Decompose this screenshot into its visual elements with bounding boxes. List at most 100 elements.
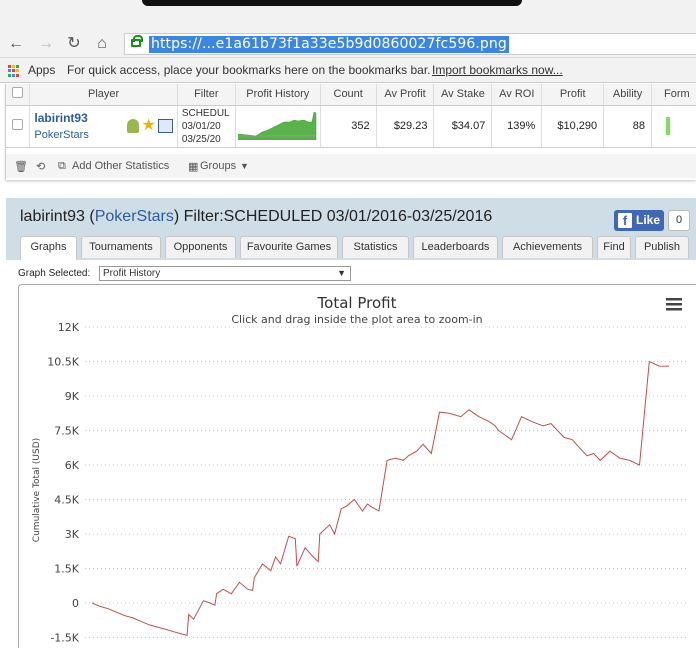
- import-bookmarks-link[interactable]: Import bookmarks now...: [432, 63, 563, 77]
- stats-table-panel: Player Filter Profit History Count Av Pr…: [5, 84, 696, 180]
- like-label: Like: [636, 213, 661, 227]
- table-row: labirint93 PokerStars ★ SCHEDUL 03/01/20…: [6, 105, 696, 148]
- menu-icon-bar-1: [666, 298, 682, 301]
- tab-publish[interactable]: Publish: [635, 236, 689, 258]
- lock-icon: [131, 35, 143, 47]
- browser-tab-strip: [0, 0, 696, 30]
- tab-achievements[interactable]: Achievements: [502, 236, 593, 258]
- title-filter: ) Filter:SCHEDULED 03/01/2016-03/25/2016: [173, 208, 493, 225]
- column-header-filter[interactable]: Filter: [177, 84, 236, 106]
- player-icon-group: ★: [127, 118, 173, 135]
- groups-icon[interactable]: ▦: [188, 160, 198, 173]
- filter-cell: SCHEDUL 03/01/20 03/25/20: [177, 105, 236, 148]
- column-header-profit-history[interactable]: Profit History: [235, 84, 321, 106]
- address-bar[interactable]: https://...e1a61b73f1a33e5b9d0860027fc59…: [124, 33, 696, 55]
- y-tick-label: -1.5K: [50, 632, 79, 645]
- ability-value: 88: [603, 105, 652, 148]
- profit-history-sparkline: [237, 111, 317, 140]
- tab-statistics[interactable]: Statistics: [342, 236, 409, 258]
- profit-history-sparkline-cell[interactable]: [235, 105, 321, 148]
- apps-link[interactable]: Apps: [28, 63, 55, 77]
- trash-icon[interactable]: 🗑: [14, 160, 28, 173]
- filter-line-3: 03/25/20: [181, 133, 221, 145]
- row-checkbox-cell[interactable]: [6, 105, 31, 148]
- facebook-like-button[interactable]: f Like: [614, 210, 664, 231]
- chart-gridlines: [85, 326, 689, 638]
- page-title: labirint93 (PokerStars) Filter:SCHEDULED…: [20, 208, 492, 226]
- form-bar: [666, 117, 670, 135]
- y-tick-label: 6K: [65, 459, 80, 472]
- tab-leaderboards[interactable]: Leaderboards: [413, 236, 498, 258]
- title-player: labirint93: [20, 208, 85, 225]
- browser-toolbar: ← → ↻ ⌂ https://...e1a61b73f1a33e5b9d086…: [0, 30, 696, 58]
- column-header-count[interactable]: Count: [320, 84, 377, 106]
- graph-selected-label: Graph Selected:: [18, 268, 91, 279]
- y-tick-label: 3K: [65, 528, 80, 541]
- ribbon-icon[interactable]: [127, 119, 140, 133]
- column-header-form[interactable]: Form: [651, 84, 696, 106]
- y-tick-label: 0: [72, 597, 79, 610]
- profit-value: $10,290: [541, 105, 605, 148]
- y-tick-label: 4.5K: [54, 494, 79, 507]
- tab-find[interactable]: Find: [597, 236, 631, 258]
- y-axis-label: Cumulative Total (USD): [32, 438, 42, 542]
- groups-button[interactable]: Groups: [200, 160, 236, 172]
- graph-select-dropdown[interactable]: Profit History ▼: [99, 266, 351, 281]
- player-header: labirint93 (PokerStars) Filter:SCHEDULED…: [6, 198, 696, 268]
- column-header-profit[interactable]: Profit: [541, 84, 605, 106]
- y-axis-ticks: 12K10.5K9K7.5K6K4.5K3K1.5K0-1.5K-3K: [47, 321, 80, 645]
- y-tick-label: 1.5K: [54, 563, 79, 576]
- title-open-paren: (: [84, 208, 95, 225]
- chevron-down-icon[interactable]: ▼: [240, 161, 249, 171]
- facebook-icon: f: [618, 213, 632, 228]
- bookmarks-bar: Apps For quick access, place your bookma…: [0, 58, 696, 83]
- profit-series-line: [91, 360, 670, 636]
- home-icon[interactable]: ⌂: [92, 34, 112, 54]
- graph-select-value: Profit History: [103, 268, 161, 279]
- filter-line-1: SCHEDUL: [181, 107, 230, 119]
- y-tick-label: 7.5K: [54, 425, 79, 438]
- select-all-cell[interactable]: [6, 84, 31, 106]
- back-arrow-icon[interactable]: ←: [6, 34, 26, 54]
- star-icon[interactable]: ★: [141, 118, 155, 135]
- av-profit-value: $29.23: [376, 105, 435, 148]
- column-header-av-stake[interactable]: Av Stake: [433, 84, 493, 106]
- y-tick-label: 9K: [65, 390, 80, 403]
- forward-arrow-icon[interactable]: →: [36, 34, 56, 54]
- count-value: 352: [320, 105, 377, 148]
- menu-icon[interactable]: [666, 298, 682, 311]
- graph-panel: Graph Selected: Profit History ▼ 12K 10.5…: [6, 260, 696, 648]
- player-cell: labirint93 PokerStars ★: [29, 105, 178, 148]
- tab-strip-overlay: [142, 0, 522, 6]
- select-all-checkbox[interactable]: [12, 87, 24, 99]
- row-checkbox[interactable]: [12, 119, 24, 130]
- menu-icon-bar-2: [666, 303, 682, 306]
- table-footer-toolbar: 🗑 ⟲ ⧉ Add Other Statistics ▦ Groups ▼: [6, 154, 696, 178]
- chart-subtitle: Click and drag inside the plot area to z…: [231, 313, 482, 326]
- av-stake-value: $34.07: [433, 105, 493, 148]
- add-stats-icon[interactable]: ⧉: [58, 160, 66, 173]
- column-header-player[interactable]: Player: [29, 84, 178, 106]
- dropdown-arrow-icon: ▼: [337, 268, 346, 278]
- reload-icon[interactable]: ↻: [64, 34, 84, 54]
- calendar-icon[interactable]: [157, 119, 173, 133]
- refresh-icon[interactable]: ⟲: [36, 160, 45, 173]
- column-header-av-profit[interactable]: Av Profit: [376, 84, 435, 106]
- tab-favourite-games[interactable]: Favourite Games: [240, 236, 338, 258]
- column-header-ability[interactable]: Ability: [603, 84, 652, 106]
- title-site-link[interactable]: PokerStars: [95, 208, 174, 225]
- tab-graphs[interactable]: Graphs: [20, 236, 77, 260]
- tab-opponents[interactable]: Opponents: [165, 236, 236, 258]
- add-other-statistics-button[interactable]: Add Other Statistics: [72, 160, 169, 172]
- url-text[interactable]: https://...e1a61b73f1a33e5b9d0860027fc59…: [149, 36, 509, 53]
- column-header-av-roi[interactable]: Av ROI: [491, 84, 543, 106]
- tab-tournaments[interactable]: Tournaments: [81, 236, 161, 258]
- form-cell: [651, 105, 696, 148]
- bookmarks-hint: For quick access, place your bookmarks h…: [67, 63, 431, 77]
- chart-container[interactable]: 12K10.5K9K7.5K6K4.5K3K1.5K0-1.5K-3K Tota…: [18, 284, 696, 648]
- chart-title: Total Profit: [317, 294, 397, 312]
- apps-grid-icon[interactable]: [8, 65, 20, 77]
- filter-line-2: 03/01/20: [181, 120, 221, 132]
- profit-chart[interactable]: 12K10.5K9K7.5K6K4.5K3K1.5K0-1.5K-3K Tota…: [19, 285, 696, 648]
- table-header-row: Player Filter Profit History Count Av Pr…: [6, 84, 696, 106]
